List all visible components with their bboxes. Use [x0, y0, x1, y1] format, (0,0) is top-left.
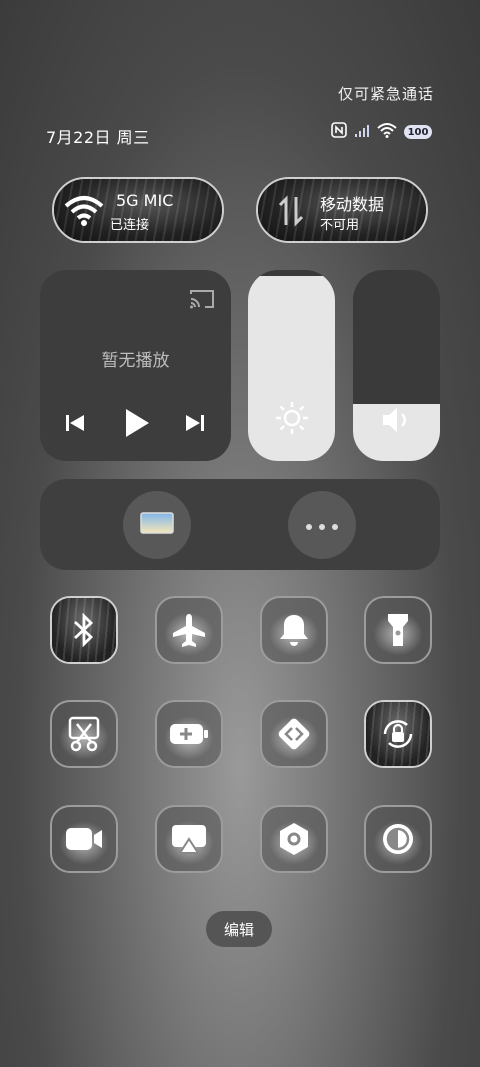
screen-record-tile[interactable] [50, 805, 118, 873]
emergency-call-status: 仅可紧急通话 [337, 85, 434, 103]
edit-button[interactable]: 编辑 [206, 911, 272, 947]
wifi-icon [64, 193, 104, 231]
mobile-data-toggle[interactable]: 移动数据 不可用 [256, 177, 428, 243]
wallpaper-icon [140, 512, 174, 538]
status-icons: 100 [331, 122, 432, 142]
dark-mode-tile[interactable] [364, 805, 432, 873]
mobile-data-icon [278, 195, 304, 231]
rotation-lock-tile[interactable] [364, 700, 432, 768]
mobile-data-title: 移动数据 [320, 195, 385, 214]
bell-icon [280, 615, 308, 646]
battery-saver-tile[interactable] [155, 700, 223, 768]
ringer-tile[interactable] [260, 596, 328, 664]
shortcut-panel [40, 479, 440, 570]
screen-cast-tile[interactable] [155, 805, 223, 873]
next-icon[interactable] [185, 413, 205, 437]
rotation-lock-icon [383, 720, 413, 748]
flashlight-tile[interactable] [364, 596, 432, 664]
settings-tile[interactable] [260, 805, 328, 873]
screenshot-tile[interactable] [50, 700, 118, 768]
previous-icon[interactable] [65, 413, 85, 437]
gear-icon [280, 823, 308, 855]
wifi-network-name: 5G MIC [116, 191, 174, 210]
nfc-icon [331, 122, 347, 142]
mobile-data-status: 不可用 [320, 218, 360, 233]
wifi-status-icon [377, 122, 397, 142]
airplane-icon [173, 614, 205, 647]
date-label: 7月22日 周三 [46, 128, 150, 147]
battery-indicator: 100 [404, 125, 432, 139]
nearby-share-icon [278, 718, 310, 750]
brightness-icon [274, 400, 310, 440]
contrast-icon [383, 824, 413, 854]
more-button[interactable] [288, 491, 356, 559]
wallpaper-shortcut[interactable] [123, 491, 191, 559]
volume-icon [381, 406, 413, 438]
scissors-icon [68, 716, 100, 752]
media-player: 暂无播放 [40, 270, 231, 461]
battery-plus-icon [170, 724, 208, 744]
bluetooth-tile[interactable] [50, 596, 118, 664]
bluetooth-icon [74, 613, 94, 647]
airplane-mode-tile[interactable] [155, 596, 223, 664]
play-icon[interactable] [124, 408, 150, 442]
more-dots-icon [305, 516, 339, 535]
media-status: 暂无播放 [101, 351, 170, 371]
cast-icon[interactable] [189, 288, 215, 314]
volume-slider[interactable] [353, 270, 440, 461]
signal-icon [354, 123, 370, 142]
wifi-status: 已连接 [110, 218, 150, 233]
screen-cast-icon [172, 825, 206, 854]
flashlight-icon [388, 614, 408, 646]
wifi-toggle[interactable]: 5G MIC 已连接 [52, 177, 224, 243]
nearby-share-tile[interactable] [260, 700, 328, 768]
video-camera-icon [66, 828, 102, 850]
brightness-slider[interactable] [248, 270, 335, 461]
